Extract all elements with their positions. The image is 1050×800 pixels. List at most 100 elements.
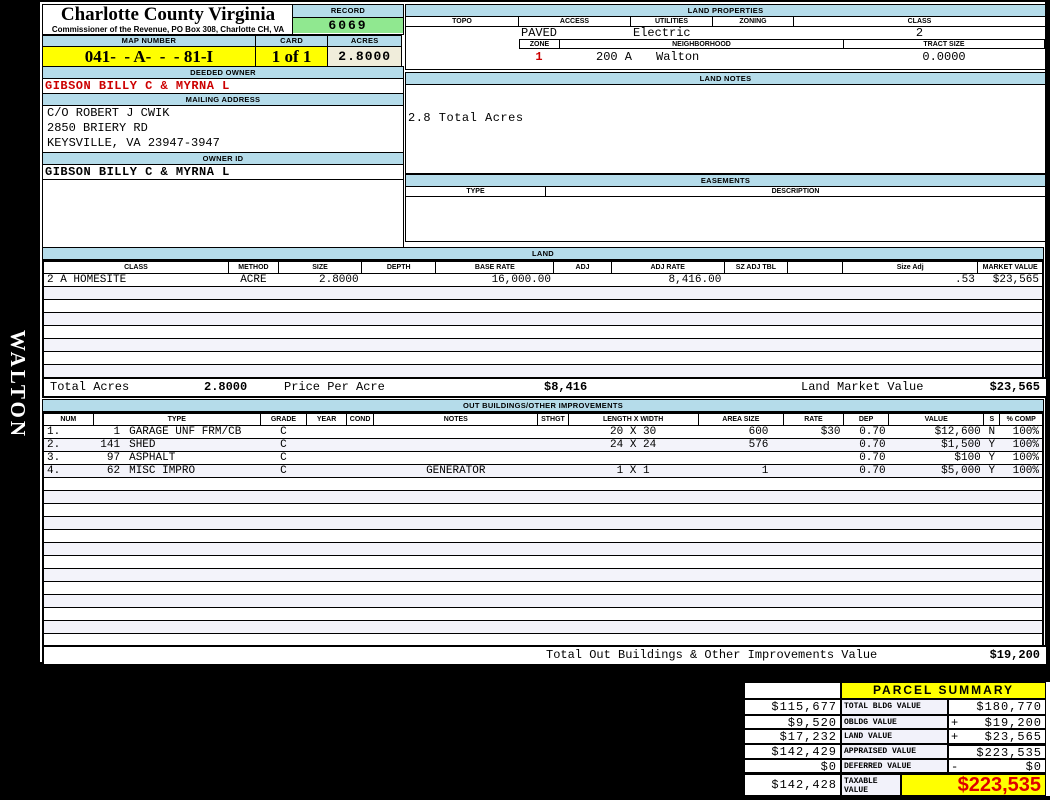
appraised-value-label: APPRAISED VALUE [841, 744, 948, 759]
ob-type-name: SHED [129, 439, 156, 451]
neighborhood-label: NEIGHBORHOOD [559, 39, 843, 49]
ob-s: Y [983, 438, 1000, 452]
map-number-field[interactable]: 041- - A- - - 81-I [43, 47, 255, 67]
prior-taxable-value: $142,428 [744, 773, 841, 796]
ob-type-code: 1 [113, 426, 121, 438]
parcel-summary-corner [744, 682, 841, 699]
land-table-section: LAND CLASS METHOD SIZE DEPTH BASE RATE A… [42, 247, 1044, 379]
land-class: 2 A HOMESITE [43, 273, 229, 287]
map-number-col: MAP NUMBER 041- - A- - - 81-I [42, 35, 255, 67]
total-acres-value: 2.8000 [204, 380, 248, 394]
ob-dims [568, 451, 699, 465]
empty-row [43, 529, 1043, 543]
county-title: Charlotte County Virginia [60, 4, 276, 25]
ob-dep: 0.70 [843, 464, 889, 478]
ob-num: 4. [43, 464, 94, 478]
land-size-adj: .53 [842, 273, 978, 287]
easement-description-header: DESCRIPTION [546, 187, 1045, 197]
zone-spacer [406, 39, 519, 49]
ob-year [306, 451, 347, 465]
land-sz-adj-tbl [724, 273, 788, 287]
utilities-value: Electric [633, 26, 691, 40]
obldg-value: + $19,200 [948, 715, 1046, 729]
col-depth: DEPTH [361, 260, 437, 274]
ob-area: 576 [698, 438, 784, 452]
owner-id-value: GIBSON BILLY C & MYRNA L [43, 165, 403, 180]
mailing-address: C/O ROBERT J CWIK 2850 BRIERY RD KEYSVIL… [43, 106, 403, 153]
total-acres-label: Total Acres [50, 380, 130, 394]
deferred-value: - $0 [948, 759, 1046, 773]
ob-rate: $30 [783, 425, 844, 439]
ob-rate [783, 451, 844, 465]
land-market-value-label: Land Market Value [801, 380, 924, 394]
ob-dims: 24 X 24 [568, 438, 699, 452]
neighborhood-value: Walton [656, 50, 700, 64]
ob-comp: 100% [999, 425, 1043, 439]
col-grade: GRADE [259, 412, 308, 426]
col-class: CLASS [42, 260, 229, 274]
land-totals-row: Total Acres 2.8000 Price Per Acre $8,416… [42, 377, 1048, 398]
outbuildings-total-row: Total Out Buildings & Other Improvements… [42, 645, 1048, 666]
easements-section: EASEMENTS TYPE DESCRIPTION [405, 174, 1046, 242]
ob-num: 1. [43, 425, 94, 439]
ob-rate [783, 438, 844, 452]
acres-field[interactable]: 2.8000 [328, 47, 401, 67]
zoning-header: ZONING [713, 17, 794, 27]
ob-type-name: GARAGE UNF FRM/CB [129, 426, 242, 438]
outbuildings-table: NUM TYPE GRADE YEAR COND NOTES STHGT LEN… [42, 412, 1044, 648]
ob-type: 97 ASPHALT [93, 451, 261, 465]
total-bldg-value: $180,770 [948, 699, 1046, 715]
zone-value-row: 1 200 A Walton 0.0000 [406, 49, 1045, 66]
card-field[interactable]: 1 of 1 [255, 47, 328, 67]
land-blank [787, 273, 843, 287]
ob-cond [346, 464, 374, 478]
easements-headers: TYPE DESCRIPTION [406, 187, 1045, 197]
empty-row [43, 594, 1043, 608]
ob-s: Y [983, 451, 1000, 465]
col-base-rate: BASE RATE [435, 260, 555, 274]
ob-sthgt [537, 438, 568, 452]
neighborhood-value-cell: 200 A Walton [559, 49, 843, 66]
land-depth [361, 273, 436, 287]
zone-header-row: ZONE NEIGHBORHOOD TRACT SIZE [406, 39, 1045, 49]
plus-sign: + [951, 716, 960, 729]
col-s: S [983, 412, 1001, 426]
ob-area [698, 451, 784, 465]
empty-row [43, 338, 1043, 352]
land-value: + $23,565 [948, 729, 1046, 744]
zone-area-value: 200 A [596, 50, 633, 64]
record-value-field[interactable]: 6069 [293, 18, 403, 33]
land-properties-headers: TOPO ACCESS UTILITIES ZONING CLASS [406, 17, 1045, 27]
map-number-label: MAP NUMBER [43, 36, 255, 47]
deeded-owner-value: GIBSON BILLY C & MYRNA L [43, 79, 403, 94]
empty-row [43, 299, 1043, 313]
land-adj [553, 273, 612, 287]
empty-row [43, 312, 1043, 326]
col-dep: DEP [843, 412, 890, 426]
col-comp: % COMP [999, 412, 1044, 426]
empty-row [43, 568, 1043, 582]
prior-obldg-value: $9,520 [744, 715, 841, 729]
owner-section: DEEDED OWNER GIBSON BILLY C & MYRNA L MA… [42, 66, 404, 249]
ob-value: $5,000 [888, 464, 984, 478]
ob-value: $100 [888, 451, 984, 465]
land-notes-section: LAND NOTES 2.8 Total Acres [405, 72, 1046, 174]
empty-row [43, 620, 1043, 634]
col-num: NUM [42, 412, 94, 426]
ob-dep: 0.70 [843, 438, 889, 452]
col-cond: COND [346, 412, 375, 426]
land-properties-section: LAND PROPERTIES TOPO ACCESS UTILITIES ZO… [405, 4, 1046, 70]
ob-notes [373, 451, 538, 465]
ob-year [306, 464, 347, 478]
col-length-width: LENGTH X WIDTH [567, 412, 699, 426]
topo-header: TOPO [406, 17, 519, 27]
col-method: METHOD [227, 260, 279, 274]
total-bldg-value-label: TOTAL BLDG VALUE [841, 699, 948, 715]
ob-dep: 0.70 [843, 451, 889, 465]
appraised-value: $223,535 [948, 744, 1046, 759]
tract-size-value: 0.0000 [922, 50, 966, 64]
county-header: Charlotte County Virginia Commissioner o… [42, 4, 293, 35]
zone-spacer [406, 49, 519, 66]
record-panel: Charlotte County Virginia Commissioner o… [40, 2, 1048, 666]
land-table-title: LAND [42, 247, 1044, 260]
